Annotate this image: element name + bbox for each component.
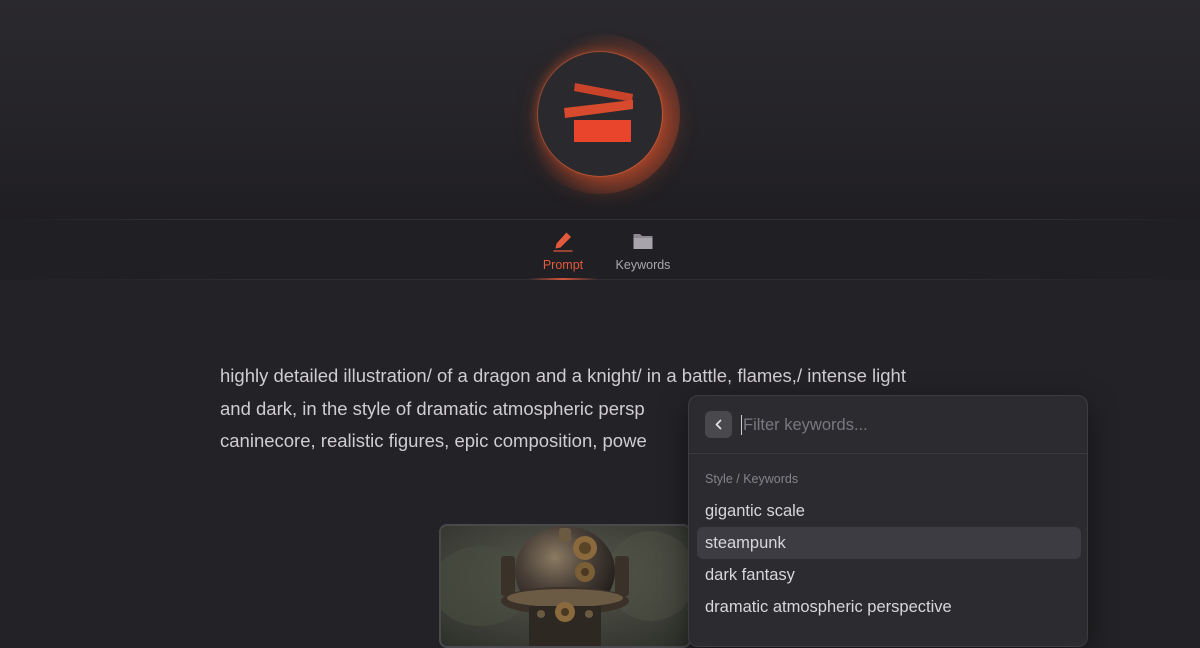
stacked-bars-logo-icon <box>564 83 633 142</box>
tab-bar: Prompt Keywords <box>0 220 1200 280</box>
keyword-option-label: gigantic scale <box>705 502 805 520</box>
section-label: Style / Keywords <box>705 472 799 486</box>
tab-keywords[interactable]: Keywords <box>603 230 683 280</box>
tabs-divider <box>0 279 1200 280</box>
keyword-option[interactable]: dramatic atmospheric perspective <box>697 591 1081 623</box>
keyword-option-label: dramatic atmospheric perspective <box>705 598 952 616</box>
keyword-option[interactable]: steampunk <box>697 527 1081 559</box>
keyword-dropdown: Style / Keywords gigantic scale steampun… <box>688 395 1088 647</box>
keyword-option-label: steampunk <box>705 534 786 552</box>
keyword-option[interactable]: gigantic scale <box>697 495 1081 527</box>
tab-prompt[interactable]: Prompt <box>523 230 603 280</box>
keyword-option[interactable]: dark fantasy <box>697 559 1081 591</box>
generated-image-card[interactable] <box>439 524 691 648</box>
keyword-filter-bar <box>689 396 1087 454</box>
keyword-option-label: dark fantasy <box>705 566 795 584</box>
steampunk-robot-image <box>441 526 689 646</box>
prompt-line: highly detailed illustration/ of a drago… <box>220 365 906 386</box>
tab-prompt-label: Prompt <box>542 258 584 272</box>
chevron-left-icon <box>715 419 722 430</box>
back-button[interactable] <box>705 411 732 438</box>
keyword-filter-input[interactable] <box>741 410 1063 440</box>
tab-keywords-label: Keywords <box>615 258 671 272</box>
active-tab-indicator <box>528 278 598 280</box>
folder-icon <box>633 234 653 249</box>
pencil-icon <box>553 232 573 252</box>
app-logo <box>538 52 662 176</box>
